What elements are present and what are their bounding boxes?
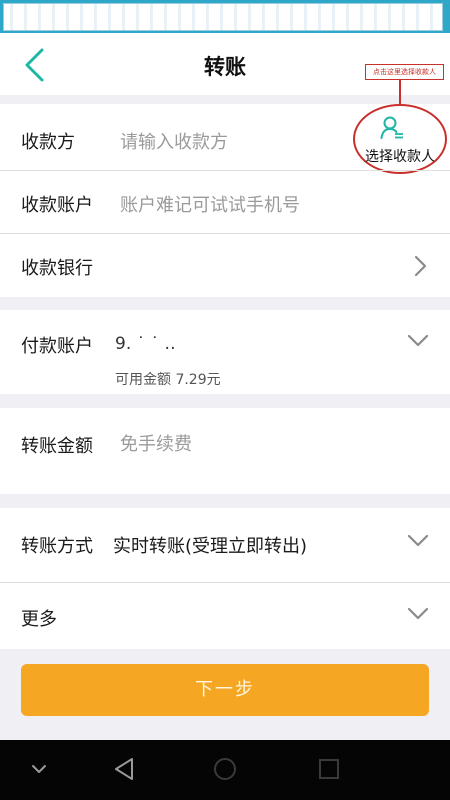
- payee-bank-row[interactable]: 收款银行: [0, 234, 450, 296]
- select-payee-label: 选择收款人: [365, 149, 435, 165]
- payee-bank-label: 收款银行: [21, 258, 93, 279]
- payee-account-row[interactable]: 收款账户 账户难记可试试手机号: [0, 171, 450, 239]
- home-icon[interactable]: [208, 752, 242, 786]
- payee-label: 收款方: [21, 132, 75, 153]
- payer-account-card[interactable]: 付款账户 9. ˙ ˙ ‥ 可用金额 7.29元: [0, 310, 450, 394]
- contacts-icon: [380, 116, 403, 139]
- available-balance: 可用金额 7.29元: [115, 372, 221, 388]
- transfer-mode-label: 转账方式: [21, 536, 93, 557]
- chevron-down-icon[interactable]: [22, 752, 56, 786]
- amount-input[interactable]: 免手续费: [120, 430, 192, 456]
- chevron-down-icon: [407, 607, 429, 620]
- recents-icon[interactable]: [312, 752, 346, 786]
- annotation-callout: 点击这里选择收款人: [365, 64, 444, 80]
- system-nav-bar: [0, 740, 450, 800]
- payee-input[interactable]: 请输入收款方: [120, 128, 228, 154]
- transfer-mode-card[interactable]: 转账方式 实时转账(受理立即转出): [0, 508, 450, 582]
- payee-account-input[interactable]: 账户难记可试试手机号: [120, 191, 300, 217]
- amount-label: 转账金额: [21, 436, 93, 457]
- transfer-mode-value: 实时转账(受理立即转出): [113, 536, 308, 557]
- chevron-right-icon: [414, 255, 427, 277]
- next-button[interactable]: 下一步: [21, 664, 429, 716]
- status-bar: [0, 0, 450, 33]
- chevron-down-icon: [407, 534, 429, 547]
- status-bar-redaction: [3, 3, 443, 31]
- more-row[interactable]: 更多: [0, 583, 450, 649]
- back-triangle-icon[interactable]: [108, 752, 142, 786]
- more-label: 更多: [21, 609, 57, 630]
- payee-account-label: 收款账户: [21, 195, 93, 216]
- chevron-down-icon: [407, 334, 429, 347]
- payer-account-label: 付款账户: [21, 336, 93, 357]
- payer-account-number: 9. ˙ ˙ ‥: [115, 334, 176, 354]
- amount-card: 转账金额 免手续费: [0, 408, 450, 494]
